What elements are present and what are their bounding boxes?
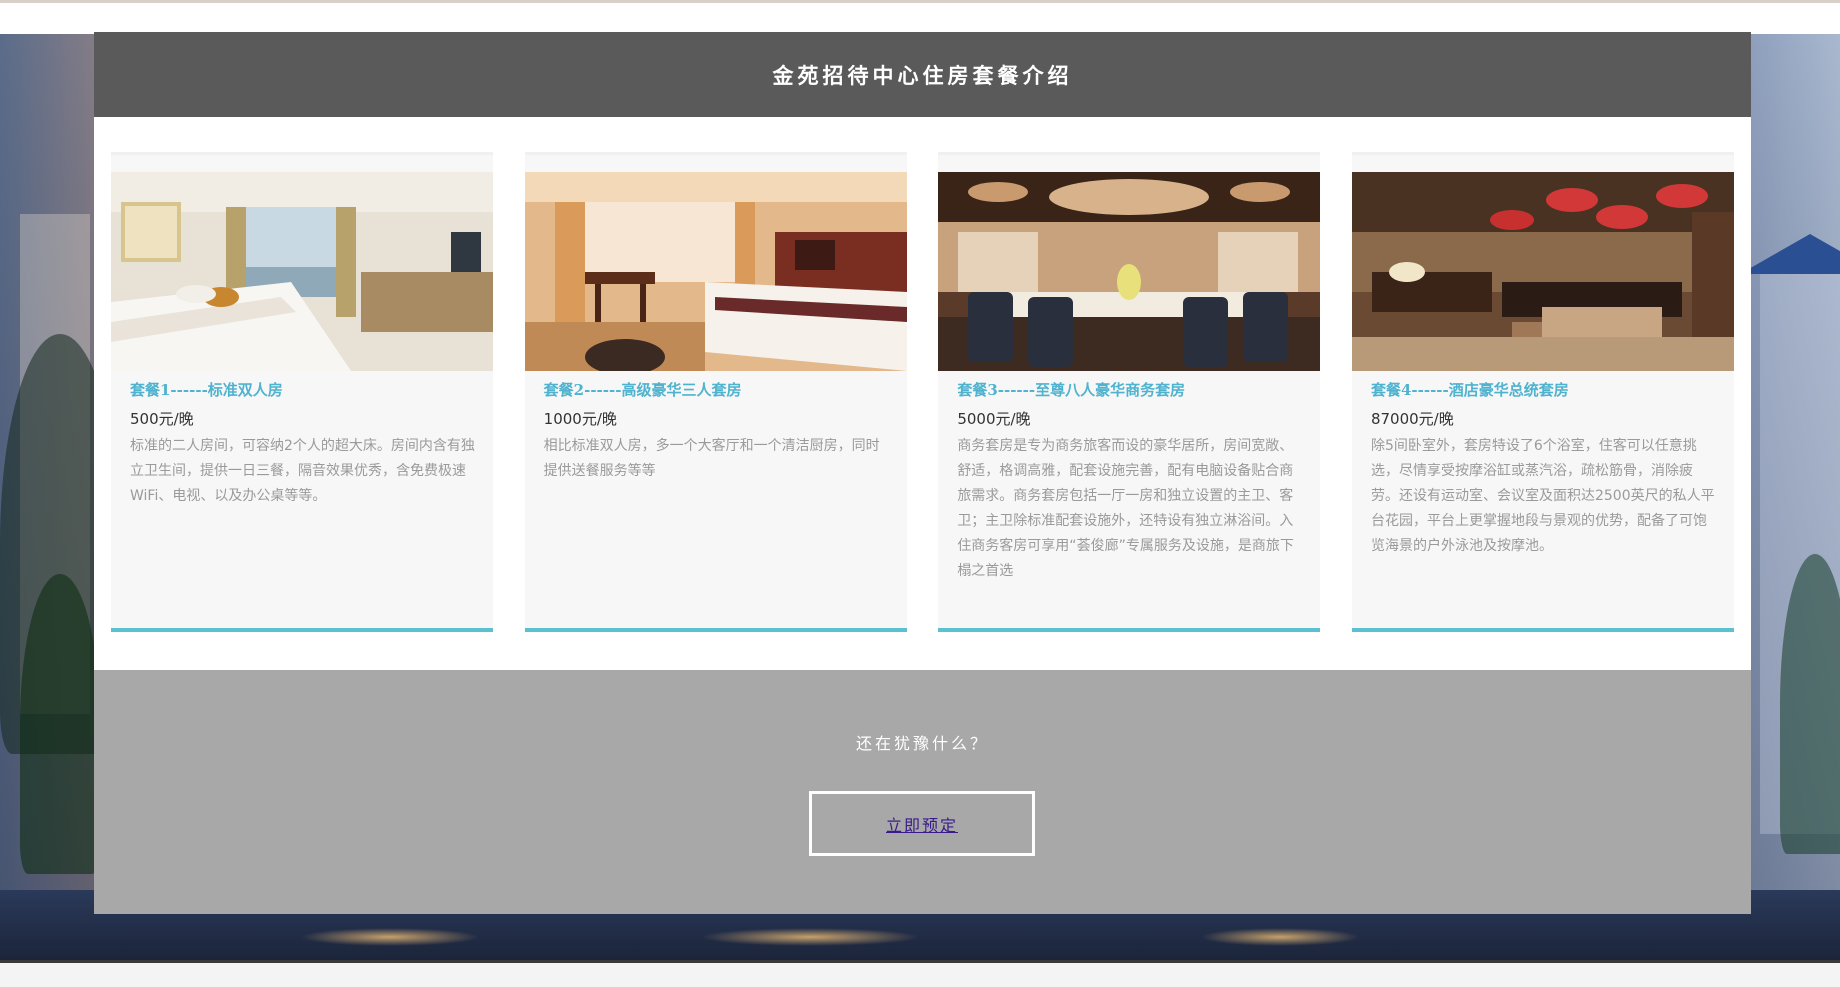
package-description: 相比标准双人房，多一个大客厅和一个清洁厨房，同时提供送餐服务等等 [543,438,880,479]
package-list: 套餐1------标准双人房 500元/晚 标准的二人房间，可容纳2个人的超大床… [111,152,1734,632]
packages-panel: 金苑招待中心住房套餐介绍 套餐1------标准双人房 500元/晚 标准的二人… [94,32,1751,914]
page-header: 金苑招待中心住房套餐介绍 [94,32,1751,117]
package-card-1: 套餐1------标准双人房 500元/晚 标准的二人房间，可容纳2个人的超大床… [111,152,493,632]
package-description: 商务套房是专为商务旅客而设的豪华居所，房间宽敞、舒适，格调高雅，配套设施完善，配… [957,438,1294,579]
package-price: 1000元/晚 [543,410,617,428]
package-description: 除5间卧室外，套房特设了6个浴室，住客可以任意挑选，尽情享受按摩浴缸或蒸汽浴，疏… [1370,438,1715,554]
package-photo [111,172,493,371]
package-price: 500元/晚 [130,410,194,428]
bottom-strip [0,960,1840,987]
package-title[interactable]: 套餐1------标准双人房 [130,379,493,400]
package-price: 87000元/晚 [1370,410,1454,428]
package-photo [1351,172,1734,371]
booking-cta-section: 还在犹豫什么？ 立即预定 [94,670,1751,914]
cta-question: 还在犹豫什么？ [855,734,989,753]
package-photo [524,172,907,371]
package-title[interactable]: 套餐3------至尊八人豪华商务套房 [957,379,1320,400]
package-card-4: 套餐4------酒店豪华总统套房 87000元/晚 除5间卧室外，套房特设了6… [1351,152,1734,632]
book-now-button[interactable]: 立即预定 [809,791,1035,856]
package-title[interactable]: 套餐2------高级豪华三人套房 [544,379,907,400]
package-photo [938,172,1321,371]
package-description: 标准的二人房间，可容纳2个人的超大床。房间内含有独立卫生间，提供一日三餐，隔音效… [130,438,475,504]
package-card-3: 套餐3------至尊八人豪华商务套房 5000元/晚 商务套房是专为商务旅客而… [938,152,1321,632]
package-title[interactable]: 套餐4------酒店豪华总统套房 [1371,379,1734,400]
package-card-2: 套餐2------高级豪华三人套房 1000元/晚 相比标准双人房，多一个大客厅… [524,152,907,632]
top-divider [0,0,1840,3]
package-price: 5000元/晚 [957,410,1031,428]
page-title: 金苑招待中心住房套餐介绍 [772,62,1073,88]
